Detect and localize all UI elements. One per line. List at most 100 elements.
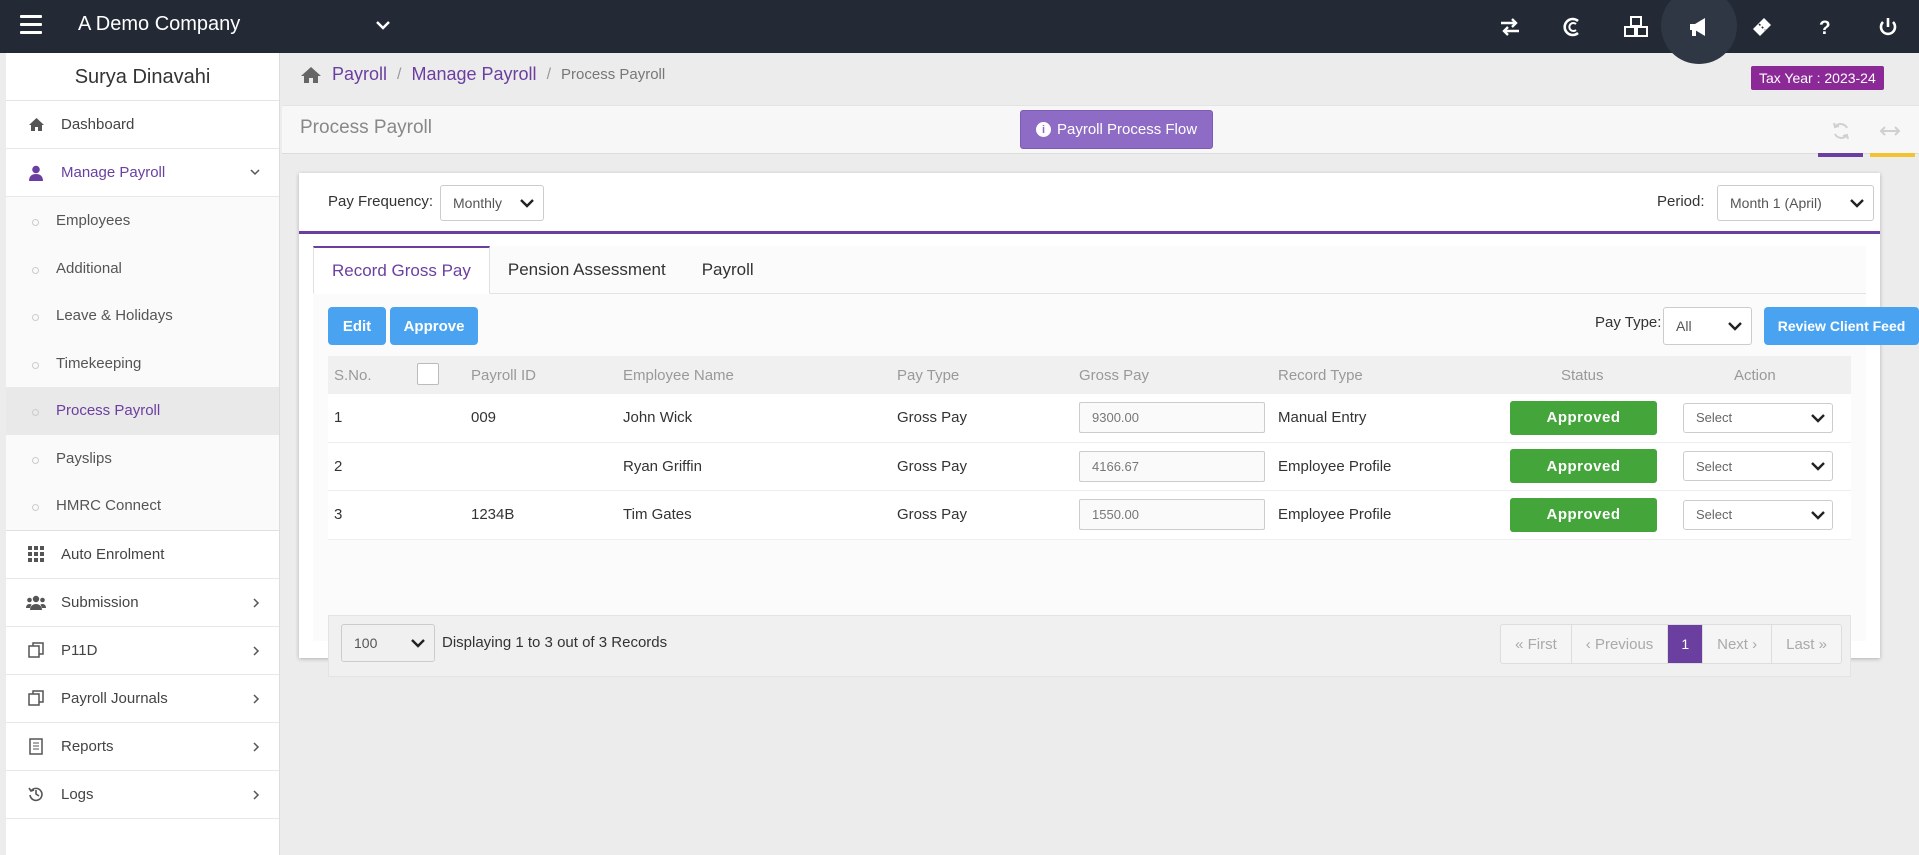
payroll-process-flow-label: Payroll Process Flow (1057, 121, 1198, 138)
status-badge: Approved (1510, 400, 1657, 435)
review-client-feed-button[interactable]: Review Client Feed (1764, 307, 1919, 345)
chevron-down-icon[interactable] (373, 16, 393, 34)
top-bar: A Demo Company ? (0, 0, 1919, 64)
megaphone-icon[interactable] (1661, 0, 1737, 64)
cubes-icon[interactable] (1604, 0, 1667, 53)
cell-pay-type: Gross Pay (897, 457, 968, 475)
ticket-icon[interactable] (1730, 0, 1793, 53)
sidebar-item-logs[interactable]: Logs (6, 771, 279, 819)
home-icon[interactable] (300, 66, 322, 84)
edit-button[interactable]: Edit (328, 307, 386, 345)
table-row: 3 1234B Tim Gates Gross Pay 1550.00 Empl… (328, 491, 1851, 540)
pagination-last[interactable]: Last » (1772, 625, 1841, 663)
sidebar-item-manage-payroll[interactable]: Manage Payroll (6, 149, 279, 197)
pay-frequency-value: Monthly (453, 195, 503, 211)
gross-pay-input[interactable]: 4166.67 (1079, 450, 1265, 482)
sidebar-item-label: Logs (61, 785, 94, 803)
sidebar-item-timekeeping[interactable]: Timekeeping (6, 340, 279, 388)
sidebar-item-submission[interactable]: Submission (6, 579, 279, 627)
tab-pension-assessment[interactable]: Pension Assessment (490, 246, 684, 294)
sidebar-item-label: Payroll Journals (61, 689, 168, 707)
cell-record-type: Employee Profile (1278, 506, 1392, 524)
page-size-value: 100 (354, 635, 378, 651)
pagination-previous[interactable]: ‹ Previous (1572, 625, 1669, 663)
header-gross-pay: Gross Pay (1079, 366, 1150, 384)
process-payroll-card: Pay Frequency: Monthly Period: Month 1 (… (299, 173, 1919, 677)
sidebar-item-leave-holidays[interactable]: Leave & Holidays (6, 292, 279, 340)
help-icon[interactable]: ? (1793, 0, 1856, 53)
sidebar-item-payslips[interactable]: Payslips (6, 435, 279, 483)
user-name: Surya Dinavahi (6, 53, 279, 101)
switch-icon[interactable] (1478, 0, 1541, 53)
sidebar-item-process-payroll[interactable]: Process Payroll (6, 387, 279, 435)
sidebar-item-employees[interactable]: Employees (6, 197, 279, 245)
cell-pay-type: Gross Pay (897, 409, 968, 427)
expand-horizontal-icon[interactable] (1879, 121, 1901, 141)
sidebar-item-additional[interactable]: Additional (6, 245, 279, 293)
status-badge: Approved (1510, 449, 1657, 484)
chevron-down-icon (1850, 199, 1864, 208)
tax-year-badge: Tax Year : 2023-24 (1751, 66, 1884, 90)
action-select[interactable]: Select (1683, 402, 1833, 433)
header-action: Action (1734, 366, 1776, 384)
gross-pay-input[interactable]: 9300.00 (1079, 402, 1265, 434)
pay-type-select[interactable]: All (1663, 307, 1752, 345)
chevron-right-icon (253, 645, 260, 656)
sidebar-item-p11d[interactable]: P11D (6, 627, 279, 675)
payroll-process-flow-button[interactable]: i Payroll Process Flow (1020, 110, 1214, 149)
action-select[interactable]: Select (1683, 499, 1833, 530)
action-select[interactable]: Select (1683, 451, 1833, 482)
header-payroll-id: Payroll ID (471, 366, 537, 384)
tab-bar: Record Gross Pay Pension Assessment Payr… (313, 246, 1866, 294)
period-value: Month 1 (April) (1730, 195, 1822, 211)
breadcrumb: Payroll / Manage Payroll / Process Payro… (300, 64, 665, 85)
pay-frequency-select[interactable]: Monthly (440, 185, 544, 221)
chevron-down-icon (1811, 510, 1825, 520)
pagination-next[interactable]: Next › (1703, 625, 1773, 663)
filter-bar: Pay Frequency: Monthly Period: Month 1 (… (299, 173, 1880, 234)
refresh-icon[interactable] (1831, 121, 1851, 141)
pagination: « First ‹ Previous 1 Next › Last » (1500, 624, 1842, 664)
sidebar-item-hmrc-connect[interactable]: HMRC Connect (6, 482, 279, 530)
sidebar-item-label: Reports (61, 737, 114, 755)
header-record-type: Record Type (1278, 366, 1363, 384)
company-name[interactable]: A Demo Company (78, 13, 240, 36)
pagination-page-1[interactable]: 1 (1668, 625, 1704, 663)
credit-icon[interactable] (1541, 0, 1604, 53)
pagination-first[interactable]: « First (1501, 625, 1572, 663)
table-row: 2 Ryan Griffin Gross Pay 4166.67 Employe… (328, 442, 1851, 491)
action-select-value: Select (1696, 458, 1733, 474)
cell-payroll-id: 1234B (471, 506, 515, 524)
sidebar-item-reports[interactable]: Reports (6, 723, 279, 771)
gross-pay-table: S.No. Payroll ID Employee Name Pay Type … (328, 356, 1851, 540)
manage-payroll-submenu: Employees Additional Leave & Holidays Ti… (6, 197, 279, 531)
approve-button[interactable]: Approve (390, 307, 478, 345)
sidebar-item-label: Auto Enrolment (61, 545, 165, 563)
breadcrumb-manage-payroll[interactable]: Manage Payroll (411, 64, 536, 85)
cell-pay-type: Gross Pay (897, 506, 968, 524)
action-select-value: Select (1696, 507, 1733, 523)
sidebar-item-auto-enrolment[interactable]: Auto Enrolment (6, 531, 279, 579)
info-icon: i (1036, 122, 1051, 137)
select-all-checkbox[interactable] (417, 363, 439, 385)
gross-pay-input[interactable]: 1550.00 (1079, 499, 1265, 531)
tab-record-gross-pay[interactable]: Record Gross Pay (313, 246, 490, 294)
sidebar-item-dashboard[interactable]: Dashboard (6, 101, 279, 149)
chevron-down-icon (1811, 413, 1825, 423)
breadcrumb-payroll[interactable]: Payroll (332, 64, 387, 85)
chevron-down-icon (520, 199, 534, 208)
hamburger-menu-icon[interactable] (20, 15, 42, 35)
chevron-right-icon (253, 597, 260, 608)
page-size-select[interactable]: 100 (341, 624, 435, 662)
status-badge: Approved (1510, 497, 1657, 532)
cell-employee-name: Tim Gates (623, 506, 692, 524)
breadcrumb-separator: / (397, 65, 402, 83)
sidebar-item-payroll-journals[interactable]: Payroll Journals (6, 675, 279, 723)
header-sno: S.No. (334, 366, 372, 384)
sidebar-item-label: Submission (61, 593, 139, 611)
chevron-right-icon (253, 693, 260, 704)
power-icon[interactable] (1856, 0, 1919, 53)
header-status: Status (1561, 366, 1604, 384)
tab-payroll[interactable]: Payroll (684, 246, 772, 294)
period-select[interactable]: Month 1 (April) (1717, 185, 1874, 221)
